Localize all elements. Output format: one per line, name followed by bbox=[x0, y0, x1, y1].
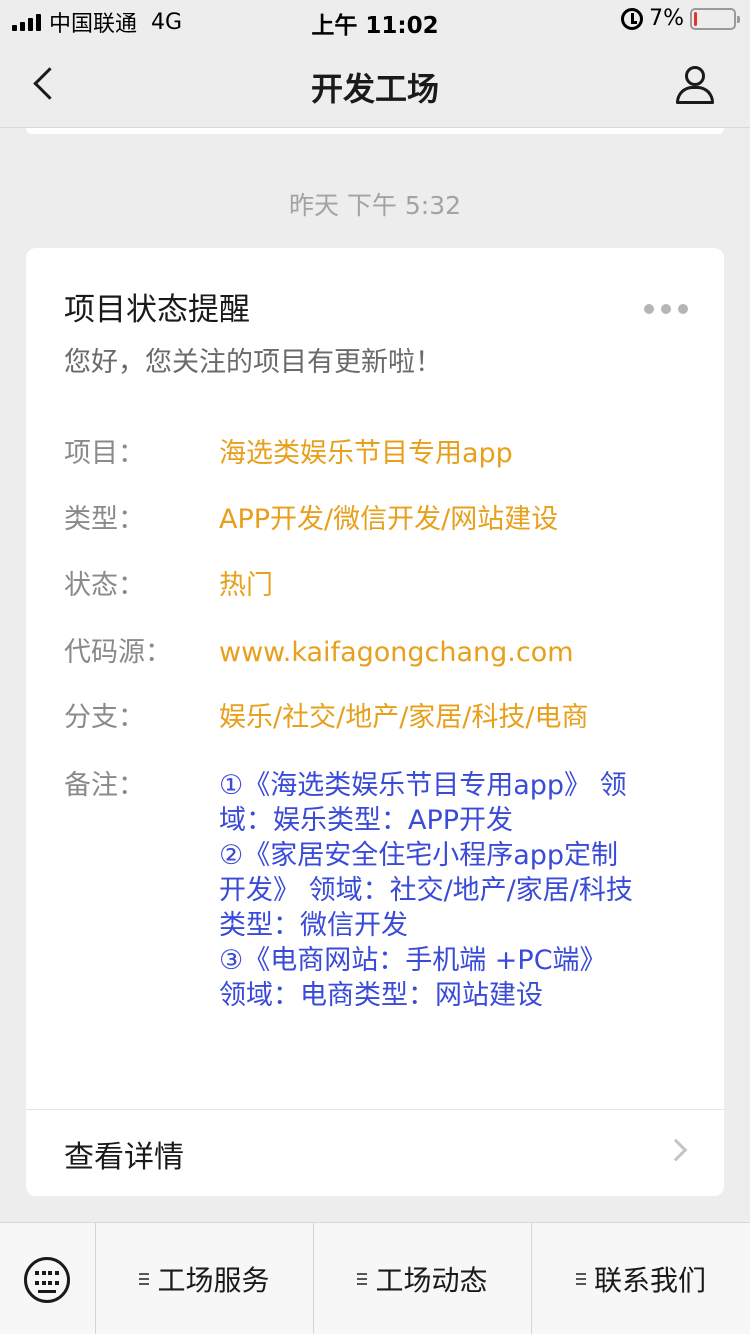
field-value: 娱乐/社交/地产/家居/科技/电商 bbox=[219, 702, 589, 733]
card-title: 项目状态提醒 bbox=[64, 292, 250, 328]
keyboard-icon bbox=[24, 1257, 70, 1303]
menu-lines-icon bbox=[357, 1273, 368, 1285]
message-card[interactable]: 项目状态提醒 您好，您关注的项目有更新啦！ 项目： 海选类娱乐节目专用app 类… bbox=[26, 248, 724, 1196]
remark-text: ①《海选类娱乐节目专用app》 领 域：娱乐类型：APP开发 ②《家居安全住宅小… bbox=[219, 768, 689, 1013]
field-label: 项目： bbox=[64, 438, 145, 469]
remark-line: 开发》 领域：社交/地产/家居/科技 bbox=[219, 875, 633, 906]
remark-line: ①《海选类娱乐节目专用app》 领 bbox=[219, 770, 627, 801]
menu-lines-icon bbox=[139, 1273, 150, 1285]
field-value: www.kaifagongchang.com bbox=[219, 637, 574, 668]
nav-bar: 开发工场 bbox=[0, 40, 750, 128]
previous-card-edge bbox=[26, 128, 724, 134]
remark-line: 类型：微信开发 bbox=[219, 910, 408, 941]
remark-line: 领域：电商类型：网站建设 bbox=[219, 980, 543, 1011]
field-label: 类型： bbox=[64, 504, 145, 535]
battery-fill bbox=[694, 11, 697, 26]
keyboard-toggle-button[interactable] bbox=[0, 1223, 96, 1334]
field-label: 代码源： bbox=[64, 637, 172, 668]
menu-label: 工场动态 bbox=[375, 1264, 488, 1297]
field-label: 备注： bbox=[64, 770, 145, 801]
alarm-icon bbox=[621, 7, 644, 30]
view-details-label: 查看详情 bbox=[64, 1140, 184, 1175]
status-right: 7% bbox=[621, 6, 740, 31]
more-icon[interactable] bbox=[644, 304, 688, 314]
remark-line: ②《家居安全住宅小程序app定制 bbox=[219, 840, 619, 871]
menu-label: 工场服务 bbox=[157, 1264, 270, 1297]
field-value: 海选类娱乐节目专用app bbox=[219, 438, 513, 469]
view-details-button[interactable]: 查看详情 bbox=[26, 1110, 724, 1196]
menu-label: 联系我们 bbox=[593, 1264, 706, 1297]
page-title: 开发工场 bbox=[310, 70, 439, 108]
user-icon[interactable] bbox=[674, 64, 716, 106]
status-bar: 中国联通 4G 上午 11:02 7% bbox=[0, 0, 750, 40]
remark-line: ③《电商网站：手机端 +PC端》 bbox=[219, 945, 607, 976]
remark-line: 域：娱乐类型：APP开发 bbox=[219, 805, 514, 836]
battery-percent: 7% bbox=[649, 6, 684, 31]
menu-factory-service[interactable]: 工场服务 bbox=[96, 1223, 314, 1334]
message-timestamp: 昨天 下午 5:32 bbox=[288, 191, 462, 220]
battery-icon bbox=[690, 7, 740, 30]
field-value: 热门 bbox=[219, 570, 273, 601]
card-subtitle: 您好，您关注的项目有更新啦！ bbox=[64, 347, 442, 378]
field-label: 分支： bbox=[64, 702, 145, 733]
menu-factory-news[interactable]: 工场动态 bbox=[314, 1223, 532, 1334]
field-label: 状态： bbox=[64, 570, 145, 601]
bottom-menu-bar: 工场服务 工场动态 联系我们 bbox=[0, 1222, 750, 1334]
chevron-right-icon bbox=[664, 1138, 688, 1162]
menu-contact-us[interactable]: 联系我们 bbox=[532, 1223, 750, 1334]
field-value: APP开发/微信开发/网站建设 bbox=[219, 504, 559, 535]
menu-lines-icon bbox=[575, 1273, 586, 1285]
